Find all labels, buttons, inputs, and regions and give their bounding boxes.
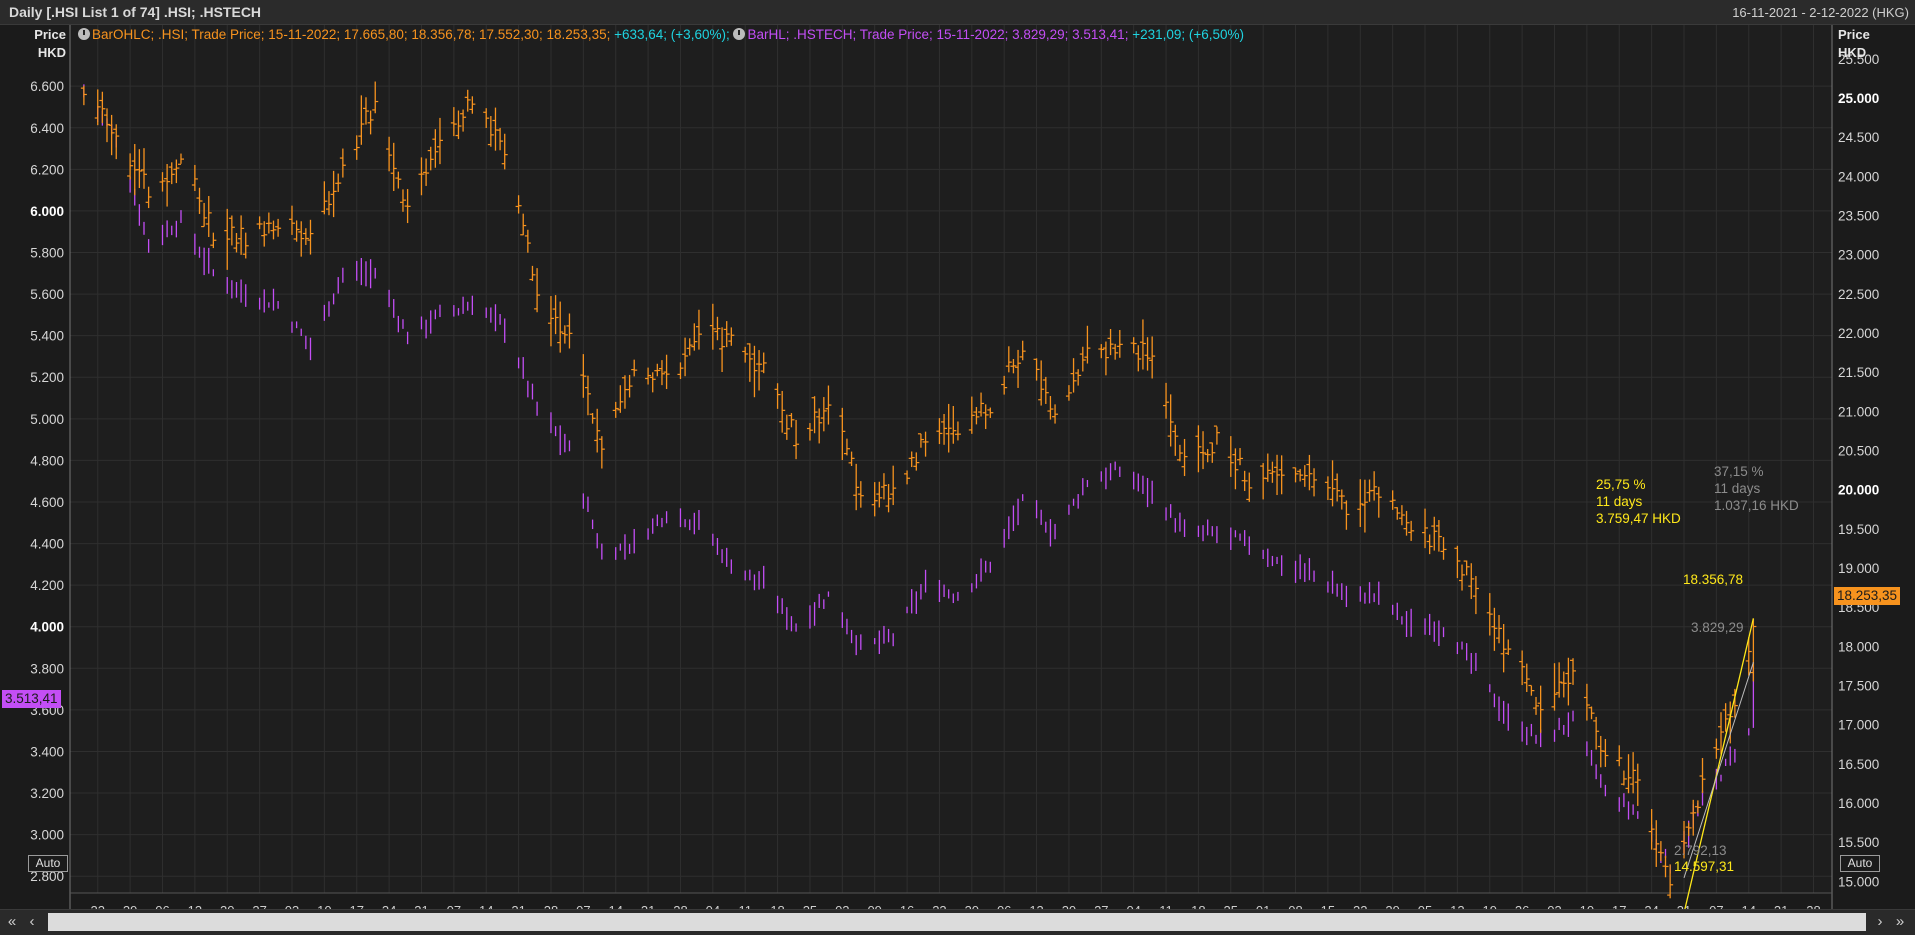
horizontal-scrollbar[interactable]: « ‹ › » <box>0 909 1915 935</box>
clock-icon[interactable] <box>78 28 90 40</box>
left-axis-tick-label: 4.600 <box>30 495 64 510</box>
left-axis-tick-label: 4.000 <box>30 620 64 635</box>
hstech-measure-pct: 37,15 % <box>1714 464 1764 479</box>
left-axis-tick-label: 3.200 <box>30 786 64 801</box>
hsi-high-label: 18.356,78 <box>1683 572 1744 587</box>
right-axis-tick-label: 22.000 <box>1838 326 1879 341</box>
left-axis-tick-label: 5.800 <box>30 246 64 261</box>
left-axis-tick-label: 6.400 <box>30 121 64 136</box>
chart-area[interactable]: 2229061320270310172431071421280714212804… <box>0 25 1915 909</box>
right-axis-tick-label: 23.500 <box>1838 209 1879 224</box>
right-axis-tick-label: 21.000 <box>1838 404 1879 419</box>
right-axis-tick-label: 17.500 <box>1838 679 1879 694</box>
hsi-measure-amount: 3.759,47 HKD <box>1596 511 1681 526</box>
hsi-measure-pct: 25,75 % <box>1596 477 1646 492</box>
scroll-first-icon[interactable]: « <box>4 913 20 931</box>
left-axis-tick-label: 5.400 <box>30 329 64 344</box>
left-axis-tick-label: 5.200 <box>30 370 64 385</box>
right-axis-tick-label: 17.000 <box>1838 718 1879 733</box>
hstech-low-label: 2.792,13 <box>1674 843 1727 858</box>
plot-background <box>70 25 1832 893</box>
left-axis-tick-label: 5.000 <box>30 412 64 427</box>
left-axis-tick-label: 5.600 <box>30 287 64 302</box>
right-axis-unit-currency: HKD <box>1838 45 1867 60</box>
window-titlebar: Daily [.HSI List 1 of 74] .HSI; .HSTECH … <box>0 0 1915 25</box>
left-axis-tick-label: 6.200 <box>30 162 64 177</box>
left-axis-tick-label: 4.800 <box>30 453 64 468</box>
right-axis-tick-label: 18.000 <box>1838 639 1879 654</box>
clock-icon[interactable] <box>733 28 746 40</box>
right-axis-tick-label: 16.000 <box>1838 796 1879 811</box>
right-axis-tick-label: 21.500 <box>1838 365 1879 380</box>
right-axis-tick-label: 24.000 <box>1838 169 1879 184</box>
legend-hsi[interactable]: BarOHLC; .HSI; Trade Price; 15-11-2022; … <box>92 27 610 42</box>
hstech-measure-annotation: 37,15 % 11 days 1.037,16 HKD <box>1714 463 1799 514</box>
left-axis-unit: Price HKD <box>6 26 66 62</box>
price-chart[interactable]: 2229061320270310172431071421280714212804… <box>0 25 1915 909</box>
right-axis-tick-label: 19.500 <box>1838 522 1879 537</box>
left-axis-tick-label: 6.000 <box>30 204 64 219</box>
right-axis-unit: Price HKD <box>1838 26 1878 62</box>
left-axis-tick-label: 3.400 <box>30 744 64 759</box>
right-axis-tick-label: 25.000 <box>1838 91 1879 106</box>
right-axis-tick-label: 24.500 <box>1838 130 1879 145</box>
left-auto-scale-button[interactable]: Auto <box>28 855 68 872</box>
window-title: Daily [.HSI List 1 of 74] .HSI; .HSTECH <box>9 4 262 20</box>
right-axis-tick-label: 16.500 <box>1838 757 1879 772</box>
scroll-right-icon[interactable]: › <box>1872 913 1888 931</box>
left-axis-tick-label: 4.400 <box>30 537 64 552</box>
left-axis-unit-price: Price <box>34 27 66 42</box>
hsi-measure-days: 11 days <box>1596 494 1643 509</box>
chart-legend: BarOHLC; .HSI; Trade Price; 15-11-2022; … <box>78 27 1244 42</box>
right-axis-tick-label: 19.000 <box>1838 561 1879 576</box>
right-axis-tick-label: 15.000 <box>1838 874 1879 889</box>
scroll-last-icon[interactable]: » <box>1892 913 1908 931</box>
left-axis-tick-label: 6.600 <box>30 79 64 94</box>
left-axis-tick-label: 3.000 <box>30 828 64 843</box>
hstech-measure-days: 11 days <box>1714 481 1761 496</box>
scroll-left-icon[interactable]: ‹ <box>24 913 40 931</box>
right-axis-unit-price: Price <box>1838 27 1870 42</box>
right-auto-scale-button[interactable]: Auto <box>1840 855 1880 872</box>
right-axis-tick-label: 20.000 <box>1838 483 1879 498</box>
right-axis-tick-label: 23.000 <box>1838 248 1879 263</box>
legend-hsi-change: +633,64; (+3,60%); <box>614 27 730 42</box>
hstech-high-label: 3.829,29 <box>1691 620 1744 635</box>
left-axis-unit-currency: HKD <box>37 45 66 60</box>
right-axis-tick-label: 22.500 <box>1838 287 1879 302</box>
scrollbar-thumb[interactable] <box>48 913 1866 931</box>
hstech-measure-amount: 1.037,16 HKD <box>1714 498 1799 513</box>
hsi-measure-annotation: 25,75 % 11 days 3.759,47 HKD <box>1596 476 1681 527</box>
hsi-low-label: 14.597,31 <box>1674 859 1735 874</box>
legend-hstech[interactable]: BarHL; .HSTECH; Trade Price; 15-11-2022;… <box>747 27 1128 42</box>
hsi-last-price-tag: 18.253,35 <box>1834 587 1901 605</box>
left-axis-tick-label: 4.200 <box>30 578 64 593</box>
left-axis-tick-label: 3.800 <box>30 661 64 676</box>
date-range[interactable]: 16-11-2021 - 2-12-2022 (HKG) <box>1732 5 1909 20</box>
right-axis-tick-label: 20.500 <box>1838 444 1879 459</box>
legend-hstech-change: +231,09; (+6,50%) <box>1132 27 1245 42</box>
hstech-last-price-tag: 3.513,41 <box>2 690 61 708</box>
right-axis-tick-label: 15.500 <box>1838 835 1879 850</box>
